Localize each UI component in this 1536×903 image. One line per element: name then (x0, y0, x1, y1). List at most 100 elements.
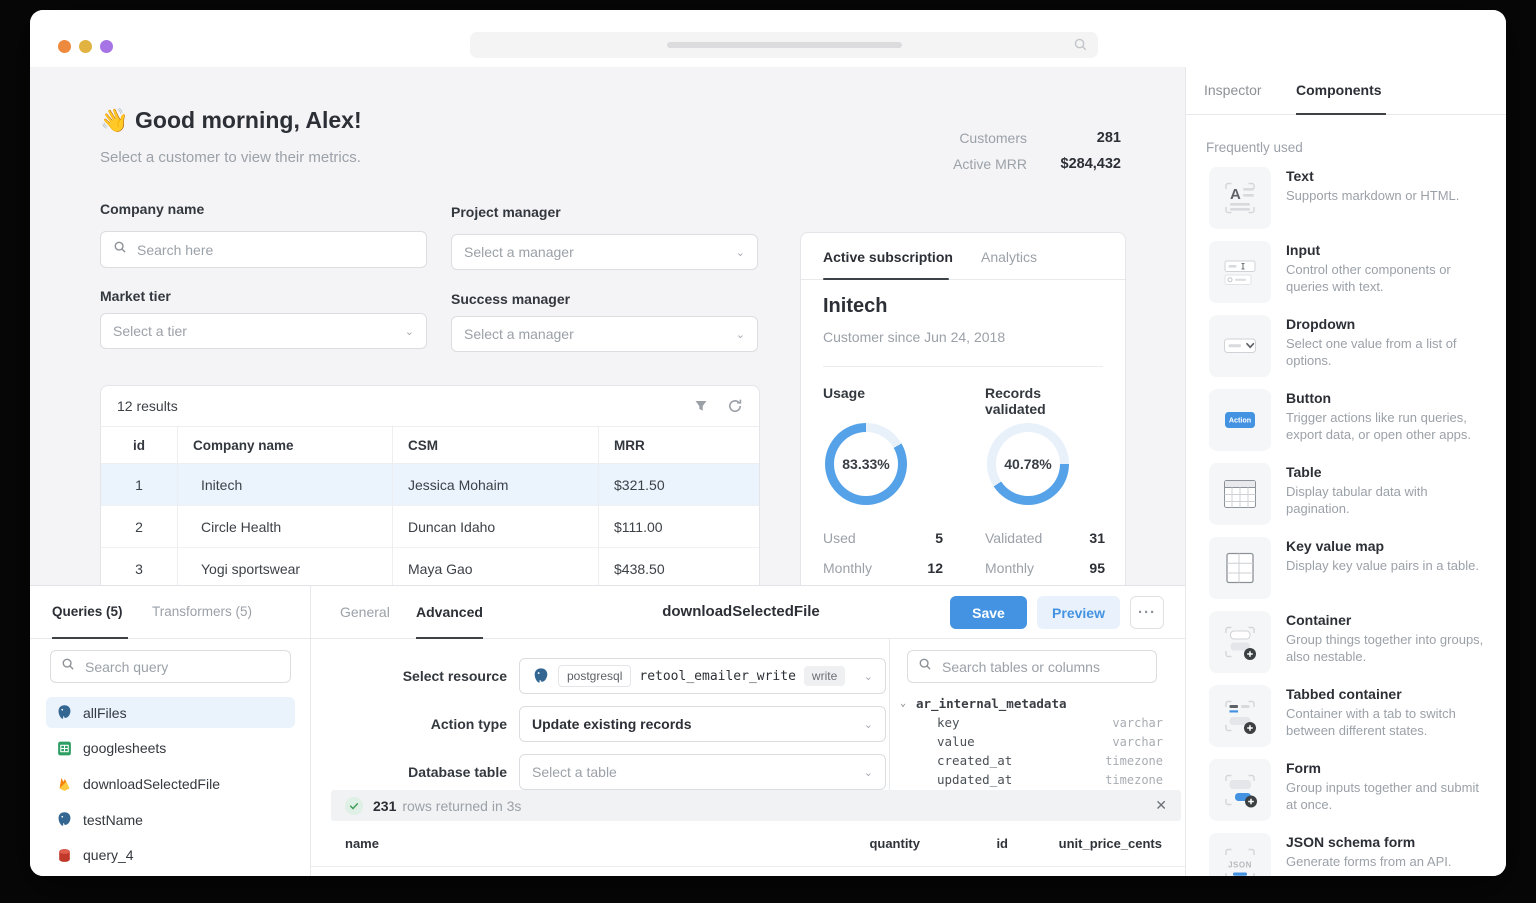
table-row[interactable]: 3 Yogi sportswear Maya Gao $438.50 (101, 548, 759, 585)
more-options-button[interactable]: ··· (1130, 596, 1164, 629)
action-type-select[interactable]: Update existing records ⌄ (519, 706, 886, 742)
market-tier-select[interactable]: Select a tier ⌄ (100, 313, 427, 349)
result-column-name[interactable]: name (345, 836, 379, 851)
schema-table-row[interactable]: ⌄ ar_internal_metadata (890, 694, 1185, 713)
search-icon (918, 657, 932, 676)
cell-mrr: $111.00 (614, 518, 663, 535)
component-name: Button (1286, 390, 1332, 406)
titlebar (30, 10, 1506, 68)
column-header-id[interactable]: id (101, 438, 177, 453)
result-column-unit-price[interactable]: unit_price_cents (1032, 836, 1162, 851)
tab-transformers[interactable]: Transformers (5) (152, 604, 252, 619)
query-name: downloadSelectedFile (83, 775, 220, 792)
query-list-item[interactable]: query_4 (46, 840, 295, 871)
component-thumbnail-icon: A (1209, 167, 1271, 229)
success-manager-select[interactable]: Select a manager ⌄ (451, 316, 758, 352)
schema-field-row[interactable]: created_at timezone (890, 751, 1185, 770)
component-list-item[interactable]: Action Button Trigger actions like run q… (1209, 389, 1494, 451)
success-check-icon (345, 796, 363, 815)
component-thumbnail-icon (1209, 315, 1271, 377)
component-list-item[interactable]: Table Display tabular data with paginati… (1209, 463, 1494, 525)
cell-csm: Jessica Mohaim (408, 476, 509, 493)
column-header-csm[interactable]: CSM (392, 438, 598, 453)
traffic-light-minimize[interactable] (79, 40, 92, 53)
component-thumbnail-icon (1209, 241, 1271, 303)
tab-analytics[interactable]: Analytics (981, 249, 1037, 265)
table-row[interactable]: 1 Initech Jessica Mohaim $321.50 (101, 464, 759, 506)
table-row[interactable]: 2 Circle Health Duncan Idaho $111.00 (101, 506, 759, 548)
titlebar-search[interactable] (470, 32, 1098, 58)
schema-field-type: varchar (1112, 734, 1163, 749)
schema-search-field[interactable] (940, 657, 1146, 676)
refresh-icon[interactable] (727, 398, 743, 414)
cell-id: 2 (135, 518, 143, 535)
tab-queries[interactable]: Queries (5) (52, 604, 123, 619)
tab-inspector[interactable]: Inspector (1204, 82, 1262, 98)
preview-button[interactable]: Preview (1037, 596, 1120, 629)
metric-row: Validated 31 (985, 523, 1105, 553)
action-type-value: Update existing records (532, 716, 692, 732)
component-list-item[interactable]: Dropdown Select one value from a list of… (1209, 315, 1494, 377)
component-name: Key value map (1286, 538, 1385, 554)
column-divider (598, 426, 599, 585)
company-search-field[interactable] (135, 240, 414, 259)
query-list-item[interactable]: allFiles (46, 697, 295, 728)
active-tab-underline (1296, 113, 1386, 115)
tab-general[interactable]: General (340, 604, 390, 620)
database-table-select[interactable]: Select a table ⌄ (519, 754, 886, 790)
action-type-label: Action type (430, 716, 507, 732)
query-search-input[interactable] (50, 650, 291, 683)
column-header-company[interactable]: Company name (177, 438, 392, 453)
traffic-light-close[interactable] (58, 40, 71, 53)
query-list-item[interactable]: downloadSelectedFile (46, 768, 295, 799)
query-list-item[interactable]: googlesheets (46, 733, 295, 764)
component-list-item[interactable]: Tabbed container Container with a tab to… (1209, 685, 1494, 747)
close-icon[interactable]: ✕ (1155, 797, 1167, 814)
traffic-light-zoom[interactable] (100, 40, 113, 53)
schema-browser: ⌄ ar_internal_metadata key varchar value (889, 639, 1185, 790)
component-list-item[interactable]: A Text Supports markdown or HTML. (1209, 167, 1494, 229)
section-frequently-used: Frequently used (1206, 140, 1303, 155)
component-description: Display tabular data with pagination. (1286, 484, 1428, 517)
stat-label: Active MRR (953, 156, 1027, 172)
component-list-item[interactable]: Form Group inputs together and submit at… (1209, 759, 1494, 821)
component-list-item[interactable]: JSON JSON schema form Generate forms fro… (1209, 833, 1494, 876)
tab-components[interactable]: Components (1296, 82, 1382, 98)
component-list-item[interactable]: Container Group things together into gro… (1209, 611, 1494, 673)
tab-active-subscription[interactable]: Active subscription (823, 249, 953, 265)
component-text: JSON schema form Generate forms from an … (1286, 833, 1486, 876)
schema-field-type: varchar (1112, 715, 1163, 730)
cell-id: 1 (135, 476, 143, 493)
component-text: Container Group things together into gro… (1286, 611, 1486, 673)
tab-advanced[interactable]: Advanced (416, 604, 483, 620)
result-column-id[interactable]: id (918, 836, 1008, 851)
schema-field-row[interactable]: value varchar (890, 732, 1185, 751)
result-column-quantity[interactable]: quantity (790, 836, 920, 851)
query-search-field[interactable] (83, 657, 280, 676)
postgres-icon (532, 667, 550, 685)
query-list-item[interactable]: testName (46, 804, 295, 835)
metric-row-label: Monthly (823, 560, 873, 576)
column-divider (392, 426, 393, 585)
schema-field-row[interactable]: key varchar (890, 713, 1185, 732)
component-list-item[interactable]: Key value map Display key value pairs in… (1209, 537, 1494, 599)
component-description: Control other components or queries with… (1286, 262, 1451, 295)
schema-field-row[interactable]: updated_at timezone (890, 770, 1185, 789)
metric-row-label: Validated (985, 530, 1043, 546)
project-manager-label: Project manager (451, 204, 561, 220)
company-search-input[interactable] (100, 231, 427, 268)
metric-title: Records validated (985, 385, 1046, 417)
schema-search-input[interactable] (907, 650, 1157, 683)
cell-id: 3 (135, 560, 143, 577)
save-button[interactable]: Save (950, 596, 1027, 629)
component-list-item[interactable]: Input Control other components or querie… (1209, 241, 1494, 303)
filter-icon[interactable] (693, 398, 709, 414)
cell-csm: Maya Gao (408, 560, 473, 577)
column-header-mrr[interactable]: MRR (598, 438, 759, 453)
active-tab-underline (52, 637, 128, 639)
titlebar-search-placeholder-line (667, 42, 902, 48)
project-manager-select[interactable]: Select a manager ⌄ (451, 234, 758, 270)
resource-select[interactable]: postgresql retool_emailer_write write ⌄ (519, 658, 886, 694)
customers-table: 12 results id Company name CSM MRR 1 Ini… (100, 385, 760, 585)
component-thumbnail-icon (1209, 685, 1271, 747)
